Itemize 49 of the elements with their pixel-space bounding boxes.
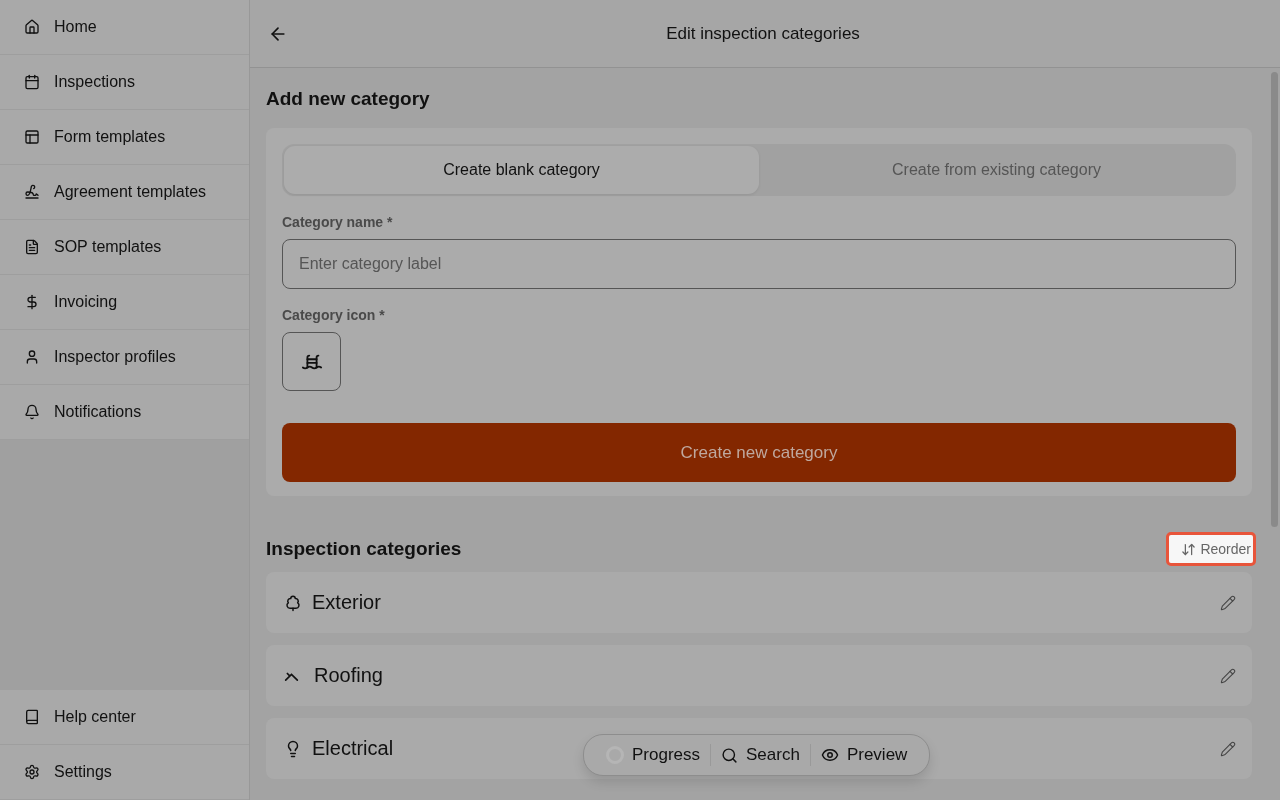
toolbar-button[interactable]: Progress [596, 745, 711, 765]
section-title: Add new category [266, 88, 431, 110]
tree-icon [284, 593, 302, 612]
sidebar-item[interactable]: Notifications [0, 385, 249, 440]
reorder-button[interactable]: Reorder [1166, 532, 1256, 566]
scrollbar-thumb[interactable] [1270, 72, 1278, 527]
toolbar-button[interactable]: Preview [810, 745, 918, 765]
sidebar-item[interactable]: Inspector profiles [0, 330, 249, 385]
edit-button[interactable] [1220, 740, 1236, 757]
book-icon [24, 709, 40, 725]
edit-button[interactable] [1220, 667, 1236, 684]
toolbar-button[interactable]: Search [711, 745, 810, 765]
category-name: Exterior [312, 591, 381, 614]
eye-icon [820, 746, 839, 764]
signature-icon [24, 184, 40, 200]
page-title: Edit inspection categories [666, 23, 861, 44]
dollar-icon [24, 294, 40, 310]
bell-icon [24, 404, 40, 420]
tab[interactable]: Create blank category [284, 146, 759, 194]
sidebar-item[interactable]: Home [0, 0, 249, 55]
create-category-button[interactable]: Create new category [282, 423, 1236, 482]
category-name: Roofing [314, 664, 383, 687]
pencil-icon [1220, 594, 1236, 611]
sidebar-item[interactable]: Invoicing [0, 275, 249, 330]
home-icon [24, 19, 40, 35]
category-name: Electrical [312, 737, 394, 760]
category-row[interactable]: Exterior [266, 572, 1252, 633]
sidebar-item[interactable]: Inspections [0, 55, 249, 110]
section-title: Inspection categories [266, 538, 462, 560]
sort-arrows-icon [1181, 541, 1197, 557]
sidebar-item[interactable]: SOP templates [0, 220, 249, 275]
person-icon [24, 349, 40, 365]
field-label: Category icon * [282, 307, 386, 323]
search-icon [721, 746, 739, 764]
sidebar-item[interactable]: Form templates [0, 110, 249, 165]
sidebar-item[interactable]: Settings [0, 745, 249, 800]
icon-picker-button[interactable] [282, 332, 341, 391]
settings-icon [24, 764, 40, 780]
pencil-icon [1220, 667, 1236, 684]
calendar-icon [24, 74, 40, 90]
document-icon [24, 239, 40, 255]
category-row[interactable]: Roofing [266, 645, 1252, 706]
field-label: Category name * [282, 214, 394, 230]
category-name-field[interactable]: Enter category label [282, 239, 1236, 289]
sidebar-item[interactable]: Help center [0, 690, 249, 745]
sidebar-item[interactable]: Agreement templates [0, 165, 249, 220]
layout-icon [24, 129, 40, 145]
pencil-icon [1220, 740, 1236, 757]
edit-button[interactable] [1220, 594, 1236, 611]
